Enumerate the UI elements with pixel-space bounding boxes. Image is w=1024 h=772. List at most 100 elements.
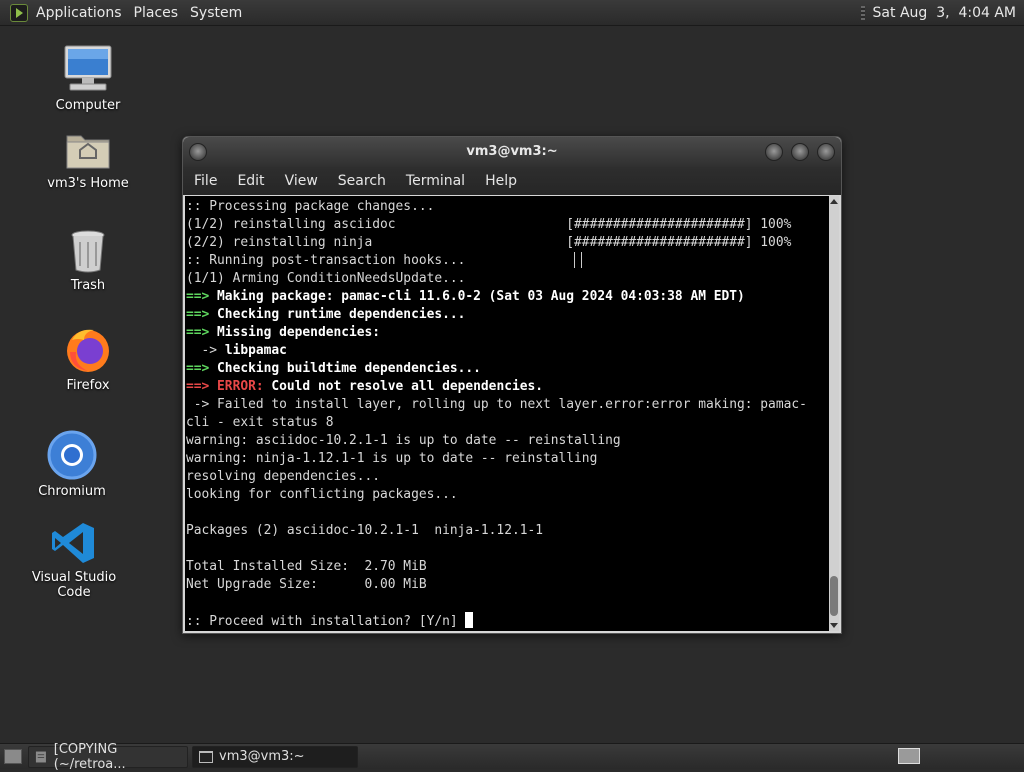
taskbar-item-editor[interactable]: [COPYING (~/retroa... <box>28 742 188 772</box>
terminal-line: ==> ERROR: Could not resolve all depende… <box>186 379 543 394</box>
terminal-cursor <box>465 612 474 628</box>
chromium-icon <box>47 430 97 480</box>
terminal-segment: cli - exit status 8 <box>186 415 334 430</box>
terminal-segment: ==> <box>186 361 218 376</box>
window-menu-icon[interactable] <box>189 143 207 161</box>
terminal-segment: warning: ninja-1.12.1-1 is up to date --… <box>186 451 598 466</box>
clock[interactable]: Sat Aug 3, 4:04 AM <box>873 5 1016 21</box>
menu-file[interactable]: File <box>183 173 227 189</box>
terminal-line: (1/2) reinstalling asciidoc [###########… <box>186 217 791 232</box>
terminal-segment: (1/2) reinstalling asciidoc [###########… <box>186 217 792 232</box>
terminal-line: -> libpamac <box>186 343 287 358</box>
terminal-segment: libpamac <box>224 343 287 358</box>
terminal-line: Total Installed Size: 2.70 MiB <box>186 559 427 574</box>
window-title: vm3@vm3:~ <box>466 144 558 159</box>
terminal-segment: Making package: pamac-cli 11.6.0-2 (Sat … <box>217 289 745 304</box>
terminal-output[interactable]: :: Processing package changes... (1/2) r… <box>185 196 829 631</box>
top-panel: Applications Places System Sat Aug 3, 4:… <box>0 0 1024 26</box>
menu-terminal[interactable]: Terminal <box>396 173 475 189</box>
terminal-scrollbar[interactable] <box>829 196 839 631</box>
terminal-menubar: File Edit View Search Terminal Help <box>183 167 841 195</box>
terminal-segment: looking for conflicting packages... <box>186 487 458 502</box>
terminal-segment: resolving dependencies... <box>186 469 381 484</box>
desktop-icon-label: Trash <box>70 278 106 293</box>
bottom-panel: [COPYING (~/retroa... vm3@vm3:~ <box>0 742 1024 772</box>
terminal-segment: ==> <box>186 325 218 340</box>
vscode-icon <box>52 523 94 563</box>
terminal-line: warning: asciidoc-10.2.1-1 is up to date… <box>186 433 621 448</box>
scroll-up-icon[interactable] <box>830 199 838 204</box>
terminal-segment: :: Processing package changes... <box>186 199 435 214</box>
terminal-segment: Total Installed Size: 2.70 MiB <box>186 559 427 574</box>
terminal-text: :: Processing package changes... (1/2) r… <box>185 196 829 631</box>
firefox-icon <box>67 329 109 372</box>
terminal-line: (2/2) reinstalling ninja [##############… <box>186 235 791 250</box>
desktop-icon-firefox[interactable]: Firefox <box>33 326 143 393</box>
desktop-icon-chromium[interactable]: Chromium <box>17 430 127 499</box>
terminal-segment: warning: asciidoc-10.2.1-1 is up to date… <box>186 433 621 448</box>
terminal-line: Packages (2) asciidoc-10.2.1-1 ninja-1.1… <box>186 523 543 538</box>
terminal-segment: ==> <box>186 289 218 304</box>
text-editor-icon <box>35 751 46 762</box>
terminal-icon <box>199 750 213 763</box>
terminal-segment: Checking runtime dependencies... <box>217 307 466 322</box>
text-cursor-icon <box>574 252 582 268</box>
task-label: vm3@vm3:~ <box>219 749 305 764</box>
scrollbar-thumb[interactable] <box>830 576 838 616</box>
maximize-icon[interactable] <box>791 143 809 161</box>
terminal-segment: Net Upgrade Size: 0.00 MiB <box>186 577 427 592</box>
terminal-segment: Could not resolve all dependencies. <box>271 379 544 394</box>
workspace-switcher[interactable] <box>898 748 920 764</box>
menu-help[interactable]: Help <box>475 173 527 189</box>
desktop-icon-vscode[interactable]: Visual Studio Code <box>19 520 129 600</box>
terminal-segment: Missing dependencies: <box>217 325 381 340</box>
terminal-line: Net Upgrade Size: 0.00 MiB <box>186 577 427 592</box>
terminal-window: vm3@vm3:~ File Edit View Search Terminal… <box>182 136 842 634</box>
home-folder-icon <box>66 135 110 169</box>
terminal-line: ==> Checking buildtime dependencies... <box>186 361 481 376</box>
desktop-icon-label: vm3's Home <box>47 176 129 191</box>
terminal-line: ==> Making package: pamac-cli 11.6.0-2 (… <box>186 289 745 304</box>
terminal-segment: (2/2) reinstalling ninja [##############… <box>186 235 792 250</box>
trash-icon <box>71 230 105 273</box>
terminal-line: ==> Checking runtime dependencies... <box>186 307 465 322</box>
desktop-icon-label: Computer <box>55 98 121 113</box>
minimize-icon[interactable] <box>765 143 783 161</box>
terminal-line: looking for conflicting packages... <box>186 487 458 502</box>
menu-search[interactable]: Search <box>328 173 396 189</box>
panel-handle-icon[interactable] <box>860 5 865 20</box>
show-desktop-icon[interactable] <box>4 749 22 764</box>
desktop-icon-trash[interactable]: Trash <box>33 228 143 293</box>
scroll-down-icon[interactable] <box>830 623 838 628</box>
terminal-segment: -> <box>186 343 225 358</box>
terminal-segment: :: Proceed with installation? [Y/n] <box>186 614 466 629</box>
terminal-line: :: Proceed with installation? [Y/n] <box>186 612 474 629</box>
menu-places[interactable]: Places <box>134 5 179 21</box>
terminal-segment: -> Failed to install layer, rolling up t… <box>186 397 807 412</box>
terminal-segment: Checking buildtime dependencies... <box>217 361 481 376</box>
terminal-segment: ==> ERROR: <box>186 379 272 394</box>
close-icon[interactable] <box>817 143 835 161</box>
terminal-segment: Packages (2) asciidoc-10.2.1-1 ninja-1.1… <box>186 523 543 538</box>
computer-icon <box>64 45 112 91</box>
taskbar-item-terminal[interactable]: vm3@vm3:~ <box>192 745 358 768</box>
desktop-icon-home[interactable]: vm3's Home <box>33 128 143 191</box>
menu-applications[interactable]: Applications <box>36 5 122 21</box>
applications-menu-icon[interactable] <box>10 3 28 22</box>
desktop-icon-label: Visual Studio Code <box>31 570 117 600</box>
desktop-icon-label: Firefox <box>66 378 110 393</box>
terminal-line: -> Failed to install layer, rolling up t… <box>186 397 807 412</box>
menu-edit[interactable]: Edit <box>227 173 274 189</box>
terminal-line: warning: ninja-1.12.1-1 is up to date --… <box>186 451 597 466</box>
task-label: [COPYING (~/retroa... <box>53 741 126 772</box>
window-titlebar[interactable]: vm3@vm3:~ <box>183 137 841 167</box>
menu-view[interactable]: View <box>275 173 328 189</box>
menu-system[interactable]: System <box>190 5 242 21</box>
desktop-icon-computer[interactable]: Computer <box>33 44 143 113</box>
terminal-line: :: Running post-transaction hooks... <box>186 253 465 268</box>
terminal-line: cli - exit status 8 <box>186 415 333 430</box>
terminal-segment: (1/1) Arming ConditionNeedsUpdate... <box>186 271 466 286</box>
desktop-icon-label: Chromium <box>38 484 106 499</box>
terminal-line: (1/1) Arming ConditionNeedsUpdate... <box>186 271 465 286</box>
terminal-line: resolving dependencies... <box>186 469 380 484</box>
